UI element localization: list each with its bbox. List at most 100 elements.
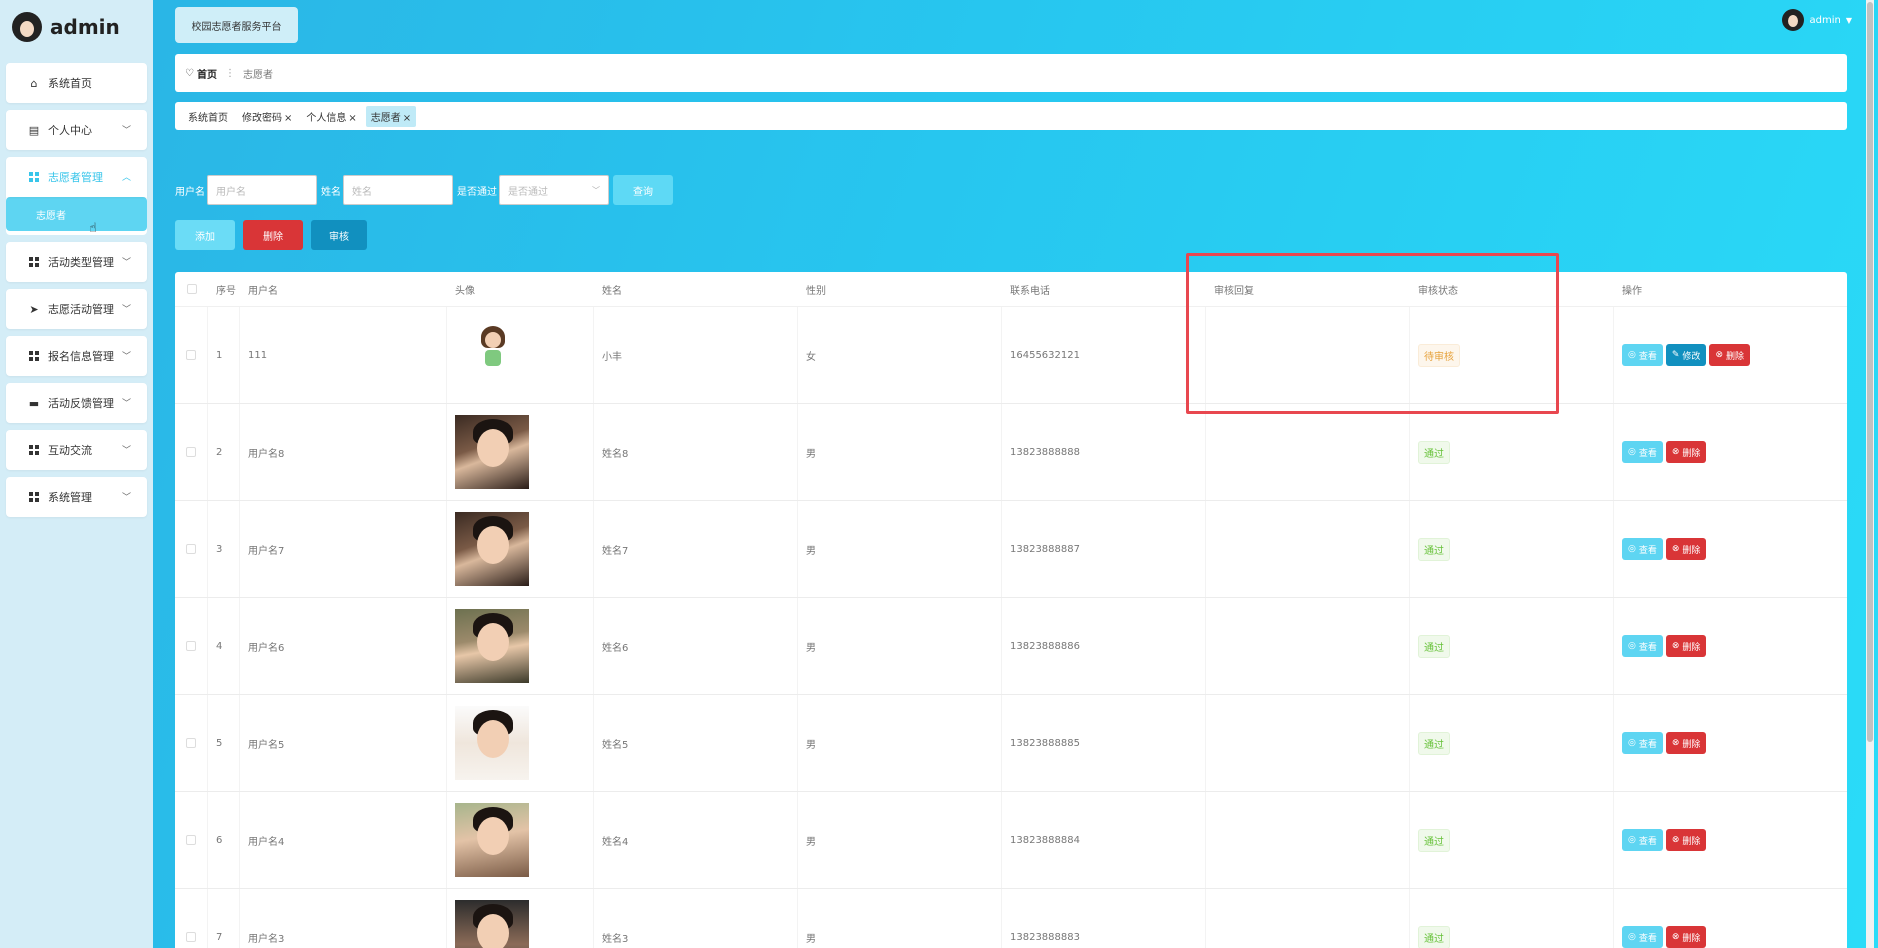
col-sex: 性别 xyxy=(806,285,826,297)
cell-no: 4 xyxy=(208,598,240,694)
row-delete-button[interactable]: ⊗ 删除 xyxy=(1665,635,1707,657)
select-all-checkbox[interactable] xyxy=(175,272,208,306)
sidebar-item-label: 个人中心 xyxy=(48,124,92,137)
cell-state: 通过 xyxy=(1410,695,1614,791)
op-label: 查看 xyxy=(1638,448,1657,459)
view-button[interactable]: ◎ 查看 xyxy=(1622,538,1663,560)
col-ops: 操作 xyxy=(1622,285,1642,297)
user-menu[interactable]: admin ▼ xyxy=(1781,9,1852,31)
sidebar-item-activity-type[interactable]: 活动类型管理 ﹀ xyxy=(6,242,147,282)
op-label: 删除 xyxy=(1682,642,1701,653)
cell-reply xyxy=(1206,404,1410,500)
row-delete-button[interactable]: ⊗ 删除 xyxy=(1665,538,1707,560)
cell-ops: ◎ 查看 ⊗ 删除 xyxy=(1614,598,1847,694)
delete-circle-icon: ⊗ xyxy=(1671,544,1680,554)
audit-button[interactable]: 审核 xyxy=(311,220,367,250)
cell-avatar xyxy=(447,404,594,500)
table-row: 3 用户名7 姓名7 男 13823888887 通过 ◎ 查看 ⊗ 删除 xyxy=(175,501,1847,598)
cell-avatar xyxy=(447,501,594,597)
view-button[interactable]: ◎ 查看 xyxy=(1622,441,1663,463)
row-delete-button[interactable]: ⊗ 删除 xyxy=(1709,344,1750,366)
cell-no: 7 xyxy=(208,889,240,948)
close-icon[interactable]: × xyxy=(403,113,411,124)
row-delete-button[interactable]: ⊗ 删除 xyxy=(1665,926,1707,948)
row-checkbox[interactable] xyxy=(175,404,208,500)
sidebar-item-feedback[interactable]: ▬ 活动反馈管理 ﹀ xyxy=(6,383,147,423)
cell-state: 通过 xyxy=(1410,404,1614,500)
sidebar-item-label: 活动类型管理 xyxy=(48,256,114,269)
heart-icon: ♡ xyxy=(185,67,194,79)
eye-icon: ◎ xyxy=(1628,447,1636,457)
row-checkbox[interactable] xyxy=(175,307,208,403)
row-delete-button[interactable]: ⊗ 删除 xyxy=(1665,829,1707,851)
row-checkbox[interactable] xyxy=(175,792,208,888)
tag-label: 个人信息 xyxy=(306,112,347,124)
tag-home[interactable]: 系统首页 xyxy=(183,106,233,127)
row-checkbox[interactable] xyxy=(175,889,208,948)
view-button[interactable]: ◎ 查看 xyxy=(1622,344,1663,366)
name-input[interactable]: 姓名 xyxy=(343,175,453,205)
op-label: 查看 xyxy=(1638,739,1657,750)
chevron-down-icon: ﹀ xyxy=(592,185,600,195)
cell-sex: 男 xyxy=(798,598,1002,694)
view-button[interactable]: ◎ 查看 xyxy=(1622,829,1663,851)
avatar xyxy=(455,706,529,780)
sidebar-item-activity[interactable]: ➤ 志愿活动管理 ﹀ xyxy=(6,289,147,329)
chevron-down-icon: ﹀ xyxy=(121,126,131,136)
row-checkbox[interactable] xyxy=(175,598,208,694)
view-button[interactable]: ◎ 查看 xyxy=(1622,926,1663,948)
scrollbar[interactable] xyxy=(1866,0,1874,948)
row-delete-button[interactable]: ⊗ 删除 xyxy=(1665,732,1707,754)
breadcrumb-home[interactable]: 首页 xyxy=(197,66,217,81)
sidebar-item-system[interactable]: 系统管理 ﹀ xyxy=(6,477,147,517)
cell-no: 5 xyxy=(208,695,240,791)
sidebar-item-home[interactable]: ⌂ 系统首页 xyxy=(6,63,147,103)
cell-username: 111 xyxy=(240,307,447,403)
view-button[interactable]: ◎ 查看 xyxy=(1622,732,1663,754)
cell-sex: 女 xyxy=(798,307,1002,403)
op-label: 删除 xyxy=(1682,739,1701,750)
eye-icon: ◎ xyxy=(1628,932,1636,942)
tag-volunteer[interactable]: 志愿者 × xyxy=(365,105,417,127)
query-button[interactable]: 查询 xyxy=(613,175,673,205)
action-bar: 添加 删除 审核 xyxy=(175,220,367,250)
chevron-down-icon: ﹀ xyxy=(121,399,131,409)
close-icon[interactable]: × xyxy=(348,113,356,124)
sidebar-item-personal[interactable]: ▤ 个人中心 ﹀ xyxy=(6,110,147,150)
chevron-down-icon: ﹀ xyxy=(121,352,131,362)
pass-select[interactable]: 是否通过 ﹀ xyxy=(499,175,609,205)
col-username: 用户名 xyxy=(248,285,278,297)
close-icon[interactable]: × xyxy=(284,113,292,124)
eye-icon: ◎ xyxy=(1628,835,1636,845)
row-checkbox[interactable] xyxy=(175,695,208,791)
cell-name: 姓名4 xyxy=(594,792,798,888)
sidebar-item-signup[interactable]: 报名信息管理 ﹀ xyxy=(6,336,147,376)
view-button[interactable]: ◎ 查看 xyxy=(1622,635,1663,657)
cell-sex: 男 xyxy=(798,792,1002,888)
avatar xyxy=(455,415,529,489)
breadcrumb-separator: ⋮ xyxy=(224,67,235,79)
delete-button[interactable]: 删除 xyxy=(243,220,303,250)
sidebar-subitem-volunteer[interactable]: 志愿者 xyxy=(6,197,147,231)
cell-no: 2 xyxy=(208,404,240,500)
grid-icon xyxy=(28,444,40,456)
sidebar-item-interaction[interactable]: 互动交流 ﹀ xyxy=(6,430,147,470)
tag-password[interactable]: 修改密码 × xyxy=(237,106,297,127)
row-checkbox[interactable] xyxy=(175,501,208,597)
username-input[interactable]: 用户名 xyxy=(207,175,317,205)
edit-button[interactable]: ✎ 修改 xyxy=(1665,344,1707,366)
pass-label: 是否通过 xyxy=(457,186,497,198)
cell-reply xyxy=(1206,501,1410,597)
table-row: 6 用户名4 姓名4 男 13823888884 通过 ◎ 查看 ⊗ 删除 xyxy=(175,792,1847,889)
add-button[interactable]: 添加 xyxy=(175,220,235,250)
sidebar-item-label: 系统管理 xyxy=(48,491,92,504)
cell-phone: 13823888888 xyxy=(1002,404,1206,500)
row-delete-button[interactable]: ⊗ 删除 xyxy=(1665,441,1707,463)
cell-avatar xyxy=(447,889,594,948)
sidebar-item-volunteer-mgmt[interactable]: 志愿者管理 ︿ xyxy=(6,157,147,197)
delete-circle-icon: ⊗ xyxy=(1715,350,1723,360)
avatar xyxy=(1781,9,1804,31)
tag-profile[interactable]: 个人信息 × xyxy=(301,106,361,127)
cell-ops: ◎ 查看 ⊗ 删除 xyxy=(1614,695,1847,791)
cell-name: 姓名6 xyxy=(594,598,798,694)
